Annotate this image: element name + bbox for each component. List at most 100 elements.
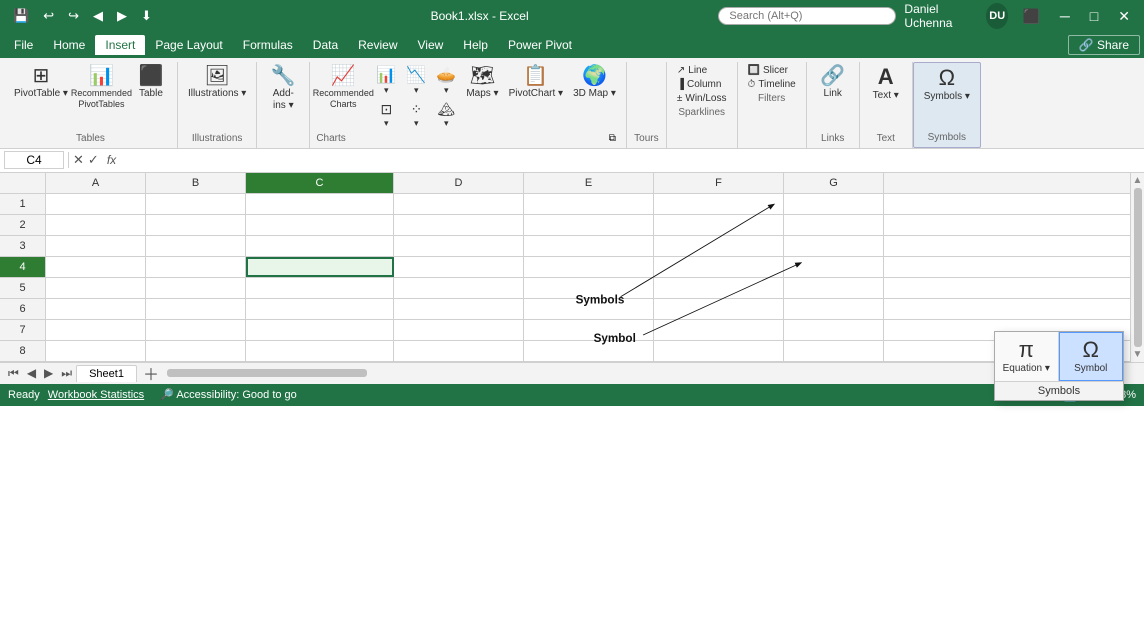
share-button[interactable]: 🔗 Share — [1068, 35, 1140, 55]
close-btn[interactable]: ✕ — [1112, 6, 1136, 27]
bar-chart-button[interactable]: 📊 ▾ — [372, 64, 400, 98]
cell-f5[interactable] — [654, 278, 784, 298]
equation-popup-button[interactable]: π Equation ▾ — [995, 332, 1059, 381]
cell-b6[interactable] — [146, 299, 246, 319]
cell-d4[interactable] — [394, 257, 524, 277]
sparkline-winloss-button[interactable]: ± Win/Loss — [673, 92, 731, 105]
col-header-a[interactable]: A — [46, 173, 146, 193]
cell-a1[interactable] — [46, 194, 146, 214]
cell-d6[interactable] — [394, 299, 524, 319]
cell-a4[interactable] — [46, 257, 146, 277]
cell-f4[interactable] — [654, 257, 784, 277]
cell-g2[interactable] — [784, 215, 884, 235]
cell-f8[interactable] — [654, 341, 784, 361]
sparkline-column-button[interactable]: ▐ Column — [673, 78, 731, 91]
cell-g8[interactable] — [784, 341, 884, 361]
cell-a7[interactable] — [46, 320, 146, 340]
add-ins-button[interactable]: 🔧 Add-ins ▾ — [263, 64, 303, 114]
menu-file[interactable]: File — [4, 35, 43, 55]
sparkline-line-button[interactable]: ↗ Line — [673, 64, 731, 77]
recommended-charts-button[interactable]: 📈 Recommended Charts — [316, 64, 370, 112]
scatter-button[interactable]: ⁘ ▾ — [402, 99, 430, 131]
search-input[interactable] — [718, 7, 896, 25]
custom-qat-btn[interactable]: ⬇ — [136, 6, 157, 26]
menu-help[interactable]: Help — [453, 35, 498, 55]
minimize-btn[interactable]: ─ — [1054, 6, 1076, 26]
row-num-3[interactable]: 3 — [0, 236, 46, 256]
row-num-6[interactable]: 6 — [0, 299, 46, 319]
sheet-tab-sheet1[interactable]: Sheet1 — [76, 365, 137, 382]
symbols-button[interactable]: Ω Symbols ▾ — [920, 65, 974, 105]
formula-input[interactable] — [124, 153, 1140, 167]
charts-expand-icon[interactable]: ⧉ — [609, 133, 620, 144]
cell-c5[interactable] — [246, 278, 394, 298]
add-sheet-button[interactable]: ＋ — [139, 361, 163, 385]
pie-chart-button[interactable]: 🥧 ▾ — [432, 64, 460, 98]
row-num-1[interactable]: 1 — [0, 194, 46, 214]
cell-a3[interactable] — [46, 236, 146, 256]
col-header-f[interactable]: F — [654, 173, 784, 193]
menu-power-pivot[interactable]: Power Pivot — [498, 35, 582, 55]
cell-d8[interactable] — [394, 341, 524, 361]
cell-a5[interactable] — [46, 278, 146, 298]
user-avatar[interactable]: DU — [986, 3, 1008, 29]
cell-d7[interactable] — [394, 320, 524, 340]
cell-b4[interactable] — [146, 257, 246, 277]
text-button[interactable]: A Text ▾ — [866, 64, 906, 104]
cell-a8[interactable] — [46, 341, 146, 361]
menu-review[interactable]: Review — [348, 35, 407, 55]
redo-qat-btn[interactable]: ↪ — [63, 6, 84, 26]
formula-confirm-btn[interactable]: ✓ — [88, 152, 99, 168]
cell-d1[interactable] — [394, 194, 524, 214]
cell-g7[interactable] — [784, 320, 884, 340]
col-header-c[interactable]: C — [246, 173, 394, 193]
cell-d3[interactable] — [394, 236, 524, 256]
cell-e1[interactable] — [524, 194, 654, 214]
cell-e3[interactable] — [524, 236, 654, 256]
menu-page-layout[interactable]: Page Layout — [145, 35, 232, 55]
prev-qat-btn[interactable]: ◀ — [88, 6, 108, 26]
cell-c6[interactable] — [246, 299, 394, 319]
3d-map-button[interactable]: 🌍 3D Map ▾ — [569, 64, 620, 102]
row-num-8[interactable]: 8 — [0, 341, 46, 361]
timeline-button[interactable]: ⏱ Timeline — [744, 78, 800, 91]
undo-qat-btn[interactable]: ↩ — [38, 6, 59, 26]
ribbon-toggle-btn[interactable]: ⬛ — [1016, 6, 1045, 27]
cell-e4[interactable] — [524, 257, 654, 277]
scroll-down-btn[interactable]: ▼ — [1133, 349, 1143, 360]
menu-formulas[interactable]: Formulas — [233, 35, 303, 55]
row-num-2[interactable]: 2 — [0, 215, 46, 235]
maps-button[interactable]: 🗺 Maps ▾ — [462, 64, 502, 102]
cell-g5[interactable] — [784, 278, 884, 298]
next-qat-btn[interactable]: ▶ — [112, 6, 132, 26]
cell-f3[interactable] — [654, 236, 784, 256]
cell-d5[interactable] — [394, 278, 524, 298]
maximize-btn[interactable]: □ — [1084, 6, 1104, 26]
cell-c2[interactable] — [246, 215, 394, 235]
cell-e6[interactable] — [524, 299, 654, 319]
row-num-5[interactable]: 5 — [0, 278, 46, 298]
slicer-button[interactable]: 🔲 Slicer — [744, 64, 800, 77]
pivot-chart-button[interactable]: 📋 PivotChart ▾ — [505, 64, 567, 102]
table-button[interactable]: ⬛ Table — [131, 64, 171, 102]
horizontal-scrollbar[interactable] — [167, 366, 1136, 380]
waterfall-button[interactable]: 🏔 ▾ — [432, 99, 460, 131]
pivot-table-button[interactable]: ⊞ PivotTable ▾ — [10, 64, 72, 102]
sheet-nav-last[interactable]: ⏭ — [57, 366, 76, 381]
link-button[interactable]: 🔗 Link — [813, 64, 853, 102]
cell-c1[interactable] — [246, 194, 394, 214]
scroll-thumb[interactable] — [1134, 188, 1142, 347]
cell-a2[interactable] — [46, 215, 146, 235]
menu-view[interactable]: View — [408, 35, 454, 55]
menu-data[interactable]: Data — [303, 35, 348, 55]
cell-b8[interactable] — [146, 341, 246, 361]
cell-e8[interactable] — [524, 341, 654, 361]
cell-b5[interactable] — [146, 278, 246, 298]
recommended-pivot-button[interactable]: 📊 Recommended PivotTables — [74, 64, 129, 112]
menu-home[interactable]: Home — [43, 35, 95, 55]
cell-g3[interactable] — [784, 236, 884, 256]
cell-b7[interactable] — [146, 320, 246, 340]
line-chart-button[interactable]: 📉 ▾ — [402, 64, 430, 98]
sheet-nav-next[interactable]: ▶ — [40, 366, 57, 380]
cell-f1[interactable] — [654, 194, 784, 214]
